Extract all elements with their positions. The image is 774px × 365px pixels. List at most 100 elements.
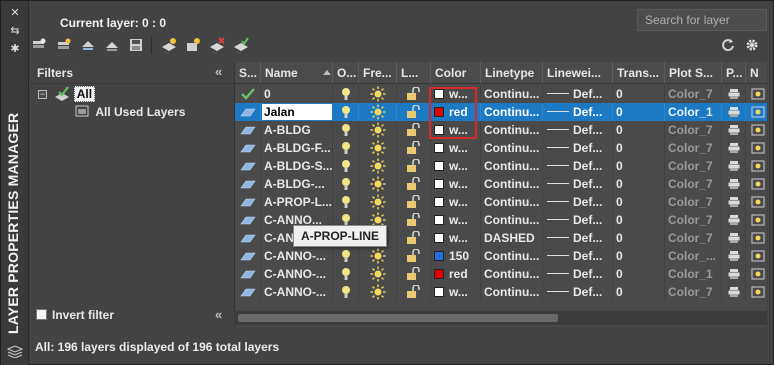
lightbulb-on-icon[interactable] xyxy=(341,249,351,263)
transparency-cell[interactable]: 0 xyxy=(613,247,665,265)
lightbulb-on-icon[interactable] xyxy=(341,141,351,155)
lightbulb-on-icon[interactable] xyxy=(341,195,351,209)
layer-states-icon[interactable] xyxy=(104,37,120,53)
printer-icon[interactable] xyxy=(728,124,740,136)
transparency-cell[interactable]: 0 xyxy=(613,265,665,283)
lightbulb-on-icon[interactable] xyxy=(341,87,351,101)
transparency-cell[interactable]: 0 xyxy=(613,121,665,139)
unlocked-padlock-icon[interactable] xyxy=(406,285,420,299)
viewport-freeze-icon[interactable] xyxy=(751,177,765,191)
lightbulb-on-icon[interactable] xyxy=(341,285,351,299)
linetype-cell[interactable]: Continu... xyxy=(481,139,543,157)
printer-icon[interactable] xyxy=(728,106,740,118)
auto-hide-icon[interactable]: ⇆ xyxy=(8,25,22,37)
sun-thawed-icon[interactable] xyxy=(370,140,386,156)
sun-thawed-icon[interactable] xyxy=(370,86,386,102)
layer-status-icon[interactable] xyxy=(240,249,256,263)
linetype-cell[interactable]: Continu... xyxy=(481,103,543,121)
color-cell[interactable]: w... xyxy=(431,193,481,211)
lineweight-cell[interactable]: Def... xyxy=(543,229,613,247)
save-layer-state-icon[interactable] xyxy=(128,37,144,53)
tree-expand-icon[interactable]: − xyxy=(38,90,47,99)
layer-states-manager-icon[interactable] xyxy=(80,37,96,53)
invert-filter-check-icon[interactable] xyxy=(36,309,47,320)
linetype-cell[interactable]: Continu... xyxy=(481,193,543,211)
viewport-freeze-icon[interactable] xyxy=(751,285,765,299)
lightbulb-on-icon[interactable] xyxy=(341,177,351,191)
new-layer-vp-frozen-icon[interactable] xyxy=(185,37,201,53)
lightbulb-on-icon[interactable] xyxy=(341,123,351,137)
column-header-transparency[interactable]: Trans... xyxy=(613,62,665,84)
transparency-cell[interactable]: 0 xyxy=(613,85,665,103)
lightbulb-on-icon[interactable] xyxy=(341,105,351,119)
unlocked-padlock-icon[interactable] xyxy=(406,159,420,173)
layer-status-icon[interactable] xyxy=(240,177,256,191)
lineweight-cell[interactable]: Def... xyxy=(543,175,613,193)
printer-icon[interactable] xyxy=(728,214,740,226)
color-cell[interactable]: w... xyxy=(431,211,481,229)
delete-layer-icon[interactable] xyxy=(209,37,225,53)
viewport-freeze-icon[interactable] xyxy=(751,123,765,137)
layer-status-icon[interactable] xyxy=(240,231,256,245)
linetype-cell[interactable]: Continu... xyxy=(481,283,543,301)
linetype-cell[interactable]: Continu... xyxy=(481,121,543,139)
linetype-cell[interactable]: Continu... xyxy=(481,85,543,103)
viewport-freeze-icon[interactable] xyxy=(751,141,765,155)
linetype-cell[interactable]: Continu... xyxy=(481,211,543,229)
column-header-new-vp-freeze[interactable]: N xyxy=(746,62,767,84)
color-cell[interactable]: 150 xyxy=(431,247,481,265)
sun-thawed-icon[interactable] xyxy=(370,104,386,120)
unlocked-padlock-icon[interactable] xyxy=(406,249,420,263)
layer-row[interactable]: Jalan red Continu... Def... 0 Color_1 xyxy=(235,103,767,121)
unlocked-padlock-icon[interactable] xyxy=(406,213,420,227)
viewport-freeze-icon[interactable] xyxy=(751,105,765,119)
printer-icon[interactable] xyxy=(728,196,740,208)
layer-row[interactable]: C-ANNO-... w... Continu... Def... 0 Color_7 xyxy=(235,283,767,301)
close-icon[interactable]: ✕ xyxy=(8,7,22,19)
layer-row[interactable]: 0 w... Continu... Def... 0 Color_7 xyxy=(235,85,767,103)
lineweight-cell[interactable]: Def... xyxy=(543,85,613,103)
sun-thawed-icon[interactable] xyxy=(370,176,386,192)
invert-filter-checkbox[interactable]: Invert filter xyxy=(36,308,114,324)
settings-icon[interactable] xyxy=(745,38,759,52)
layer-row[interactable]: C-ANNO-... 150 Continu... Def... 0 Color_... xyxy=(235,247,767,265)
printer-icon[interactable] xyxy=(728,160,740,172)
lineweight-cell[interactable]: Def... xyxy=(543,193,613,211)
printer-icon[interactable] xyxy=(728,88,740,100)
column-header-linetype[interactable]: Linetype xyxy=(481,62,543,84)
printer-icon[interactable] xyxy=(728,268,740,280)
unlocked-padlock-icon[interactable] xyxy=(406,267,420,281)
sun-thawed-icon[interactable] xyxy=(370,122,386,138)
printer-icon[interactable] xyxy=(728,232,740,244)
refresh-icon[interactable] xyxy=(721,38,735,52)
lightbulb-on-icon[interactable] xyxy=(341,267,351,281)
transparency-cell[interactable]: 0 xyxy=(613,139,665,157)
tree-item-all[interactable]: − All xyxy=(38,86,96,104)
layer-status-icon[interactable] xyxy=(240,195,256,209)
viewport-freeze-icon[interactable] xyxy=(751,195,765,209)
unlocked-padlock-icon[interactable] xyxy=(406,123,420,137)
lineweight-cell[interactable]: Def... xyxy=(543,121,613,139)
color-cell[interactable]: w... xyxy=(431,157,481,175)
column-header-color[interactable]: Color xyxy=(431,62,481,84)
properties-icon[interactable]: ✱ xyxy=(8,43,22,55)
transparency-cell[interactable]: 0 xyxy=(613,193,665,211)
unlocked-padlock-icon[interactable] xyxy=(406,141,420,155)
color-cell[interactable]: red xyxy=(431,265,481,283)
lineweight-cell[interactable]: Def... xyxy=(543,157,613,175)
new-property-filter-icon[interactable] xyxy=(31,37,47,53)
column-header-plot-style[interactable]: Plot S... xyxy=(665,62,722,84)
printer-icon[interactable] xyxy=(728,142,740,154)
layer-row[interactable]: A-BLDG-S... w... Continu... Def... 0 Color_7 xyxy=(235,157,767,175)
unlocked-padlock-icon[interactable] xyxy=(406,177,420,191)
layer-row[interactable]: A-BLDG w... Continu... Def... 0 Color_7 xyxy=(235,121,767,139)
unlocked-padlock-icon[interactable] xyxy=(406,231,420,245)
lineweight-cell[interactable]: Def... xyxy=(543,265,613,283)
transparency-cell[interactable]: 0 xyxy=(613,211,665,229)
sun-thawed-icon[interactable] xyxy=(370,248,386,264)
collapse-filters-icon[interactable]: « xyxy=(215,64,222,79)
layer-status-icon[interactable] xyxy=(240,213,256,227)
layer-status-icon[interactable] xyxy=(240,159,256,173)
linetype-cell[interactable]: Continu... xyxy=(481,265,543,283)
viewport-freeze-icon[interactable] xyxy=(751,213,765,227)
